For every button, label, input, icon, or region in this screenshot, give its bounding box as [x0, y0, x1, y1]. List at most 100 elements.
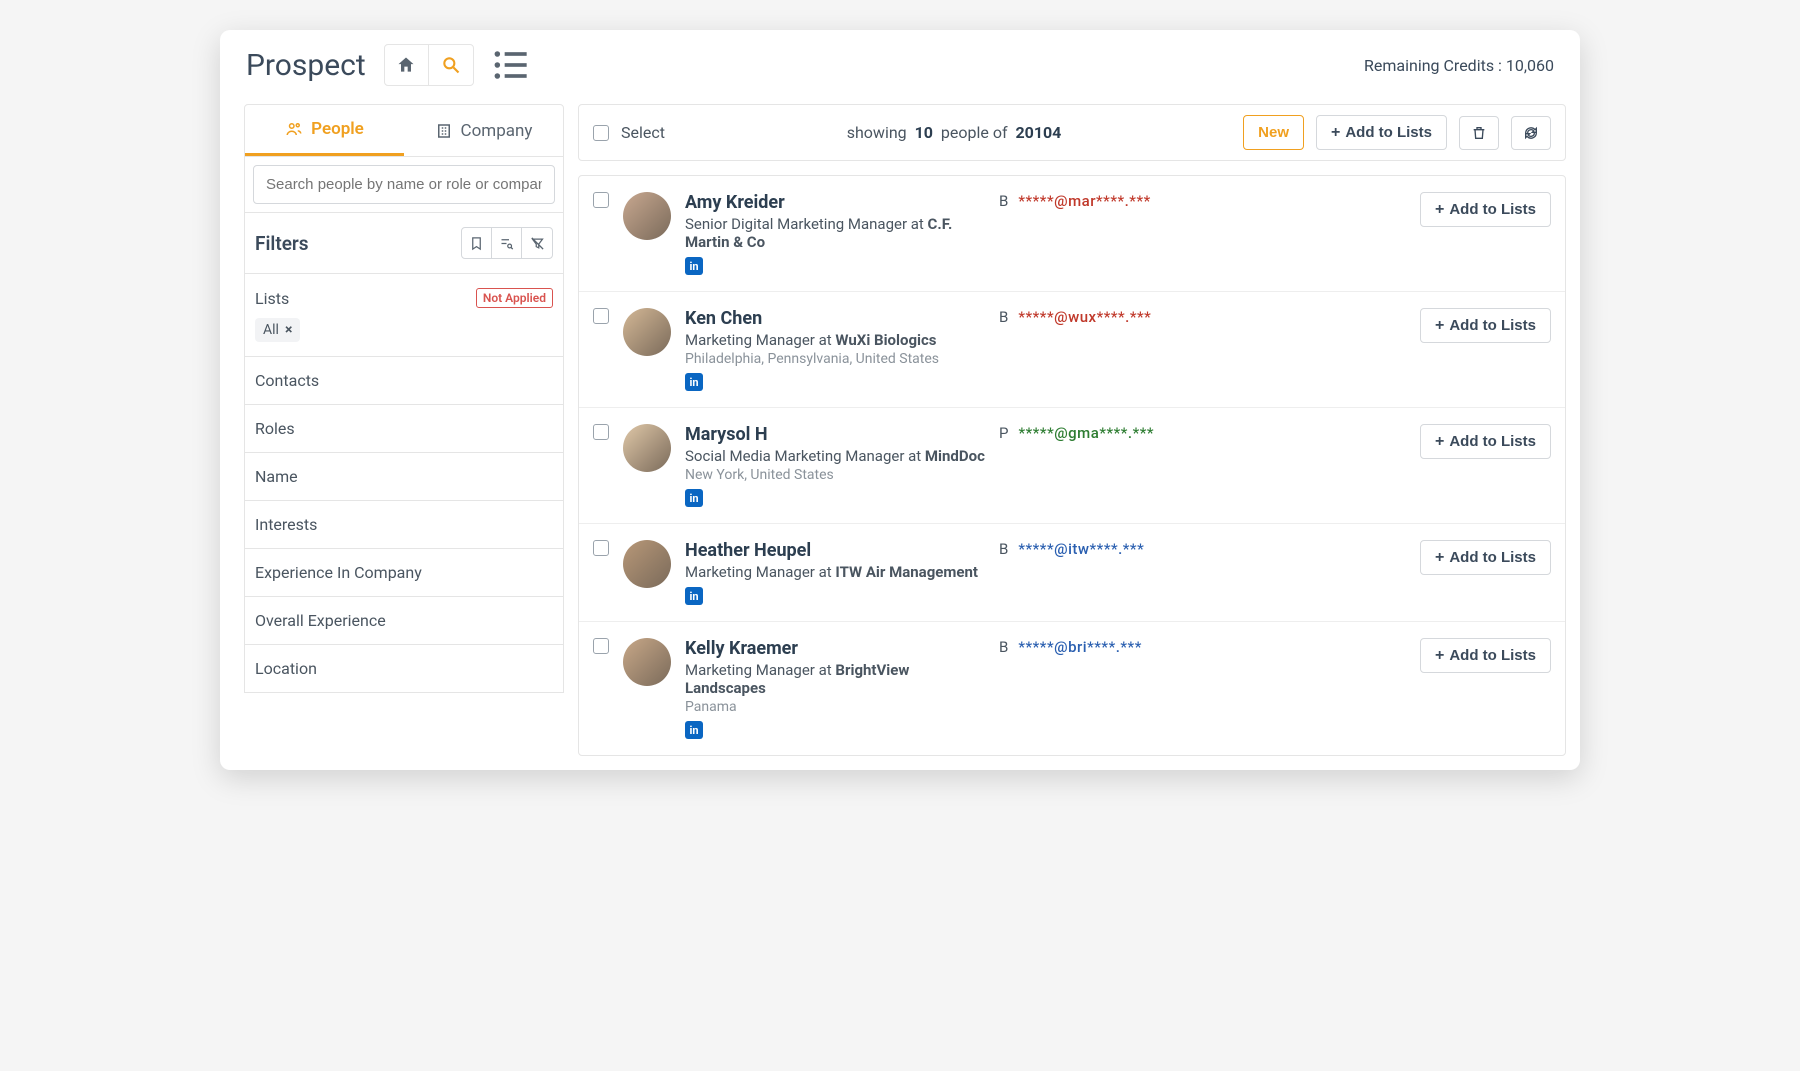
app-title: Prospect: [246, 48, 366, 83]
content: Select showing 10 people of 20104 New + …: [578, 104, 1566, 756]
person-location: Philadelphia, Pennsylvania, United State…: [685, 351, 985, 367]
list-icon[interactable]: [490, 44, 534, 86]
entity-tabs: People Company: [244, 104, 564, 157]
email-mask[interactable]: *****@gma****.***: [1018, 424, 1154, 442]
filter-section[interactable]: Name: [244, 452, 564, 500]
result-row: Heather Heupel Marketing Manager at ITW …: [579, 524, 1565, 622]
filter-label: Interests: [255, 515, 317, 534]
email-mask[interactable]: *****@bri****.***: [1018, 638, 1141, 656]
filter-label: Experience In Company: [255, 563, 422, 582]
results-toolbar: Select showing 10 people of 20104 New + …: [578, 104, 1566, 161]
person-name[interactable]: Marysol H: [685, 424, 985, 445]
chip-all[interactable]: All ×: [255, 318, 300, 342]
search-input[interactable]: [253, 165, 555, 204]
search-icon[interactable]: [429, 44, 473, 86]
result-row: Marysol H Social Media Marketing Manager…: [579, 408, 1565, 524]
filter-off-icon[interactable]: [522, 228, 552, 258]
filter-section[interactable]: Roles: [244, 404, 564, 452]
person-name[interactable]: Amy Kreider: [685, 192, 985, 213]
add-to-lists-button[interactable]: + Add to Lists: [1316, 115, 1447, 150]
person-name[interactable]: Kelly Kraemer: [685, 638, 985, 659]
row-checkbox[interactable]: [593, 638, 609, 654]
filter-search-icon[interactable]: [492, 228, 522, 258]
filter-label: Location: [255, 659, 317, 678]
plus-icon: +: [1435, 550, 1444, 566]
filter-section[interactable]: Location: [244, 644, 564, 693]
filter-section[interactable]: Experience In Company: [244, 548, 564, 596]
showing-text: showing 10 people of 20104: [677, 123, 1231, 142]
credits: Remaining Credits : 10,060: [1364, 56, 1554, 75]
row-add-to-lists-button[interactable]: + Add to Lists: [1420, 308, 1551, 343]
avatar: [623, 192, 671, 240]
email-mask[interactable]: *****@mar****.***: [1018, 192, 1150, 210]
person-location: New York, United States: [685, 467, 985, 483]
row-checkbox[interactable]: [593, 192, 609, 208]
plus-icon: +: [1331, 125, 1340, 141]
filter-label: Overall Experience: [255, 611, 386, 630]
email-type: B: [999, 540, 1008, 558]
avatar: [623, 424, 671, 472]
filter-lists-label: Lists: [255, 289, 289, 308]
select-label: Select: [621, 123, 665, 142]
filters-title: Filters: [255, 232, 309, 255]
person-name[interactable]: Ken Chen: [685, 308, 985, 329]
delete-button[interactable]: [1459, 116, 1499, 150]
avatar: [623, 540, 671, 588]
refresh-button[interactable]: [1511, 116, 1551, 150]
row-add-to-lists-button[interactable]: + Add to Lists: [1420, 638, 1551, 673]
app-window: Prospect Remaining Credits : 10,060: [220, 30, 1580, 770]
email-type: B: [999, 308, 1008, 326]
row-checkbox[interactable]: [593, 540, 609, 556]
tab-company-label: Company: [461, 121, 533, 141]
sidebar: People Company Filters: [244, 104, 564, 756]
plus-icon: +: [1435, 434, 1444, 450]
linkedin-icon[interactable]: in: [685, 373, 703, 391]
person-location: Panama: [685, 699, 985, 715]
filter-label: Name: [255, 467, 298, 486]
email-type: B: [999, 192, 1008, 210]
person-title: Marketing Manager at BrightView Landscap…: [685, 661, 985, 697]
results-list: Amy Kreider Senior Digital Marketing Man…: [578, 175, 1566, 756]
filter-section[interactable]: Contacts: [244, 356, 564, 404]
person-title: Social Media Marketing Manager at MindDo…: [685, 447, 985, 465]
email-mask[interactable]: *****@itw****.***: [1018, 540, 1144, 558]
tab-company[interactable]: Company: [404, 105, 563, 156]
row-add-to-lists-button[interactable]: + Add to Lists: [1420, 424, 1551, 459]
tab-people[interactable]: People: [245, 105, 404, 156]
person-title: Marketing Manager at ITW Air Management: [685, 563, 985, 581]
avatar: [623, 638, 671, 686]
plus-icon: +: [1435, 202, 1444, 218]
new-button[interactable]: New: [1243, 115, 1304, 150]
badge-not-applied: Not Applied: [476, 288, 553, 308]
linkedin-icon[interactable]: in: [685, 721, 703, 739]
row-add-to-lists-button[interactable]: + Add to Lists: [1420, 540, 1551, 575]
plus-icon: +: [1435, 648, 1444, 664]
row-add-to-lists-button[interactable]: + Add to Lists: [1420, 192, 1551, 227]
row-checkbox[interactable]: [593, 424, 609, 440]
filter-label: Roles: [255, 419, 295, 438]
select-all-checkbox[interactable]: [593, 125, 609, 141]
person-title: Senior Digital Marketing Manager at C.F.…: [685, 215, 985, 251]
nav-icon-group: [384, 44, 474, 86]
person-title: Marketing Manager at WuXi Biologics: [685, 331, 985, 349]
bookmark-icon[interactable]: [462, 228, 492, 258]
chip-remove-icon[interactable]: ×: [285, 322, 292, 338]
linkedin-icon[interactable]: in: [685, 489, 703, 507]
linkedin-icon[interactable]: in: [685, 257, 703, 275]
person-name[interactable]: Heather Heupel: [685, 540, 985, 561]
email-mask[interactable]: *****@wux****.***: [1018, 308, 1151, 326]
topbar: Prospect Remaining Credits : 10,060: [220, 30, 1580, 104]
row-checkbox[interactable]: [593, 308, 609, 324]
linkedin-icon[interactable]: in: [685, 587, 703, 605]
avatar: [623, 308, 671, 356]
filter-section[interactable]: Overall Experience: [244, 596, 564, 644]
email-type: B: [999, 638, 1008, 656]
home-icon[interactable]: [385, 44, 429, 86]
tab-people-label: People: [311, 119, 364, 139]
filter-lists[interactable]: Lists Not Applied All ×: [244, 273, 564, 356]
result-row: Kelly Kraemer Marketing Manager at Brigh…: [579, 622, 1565, 755]
filter-label: Contacts: [255, 371, 319, 390]
filter-section[interactable]: Interests: [244, 500, 564, 548]
plus-icon: +: [1435, 318, 1444, 334]
result-row: Amy Kreider Senior Digital Marketing Man…: [579, 176, 1565, 292]
